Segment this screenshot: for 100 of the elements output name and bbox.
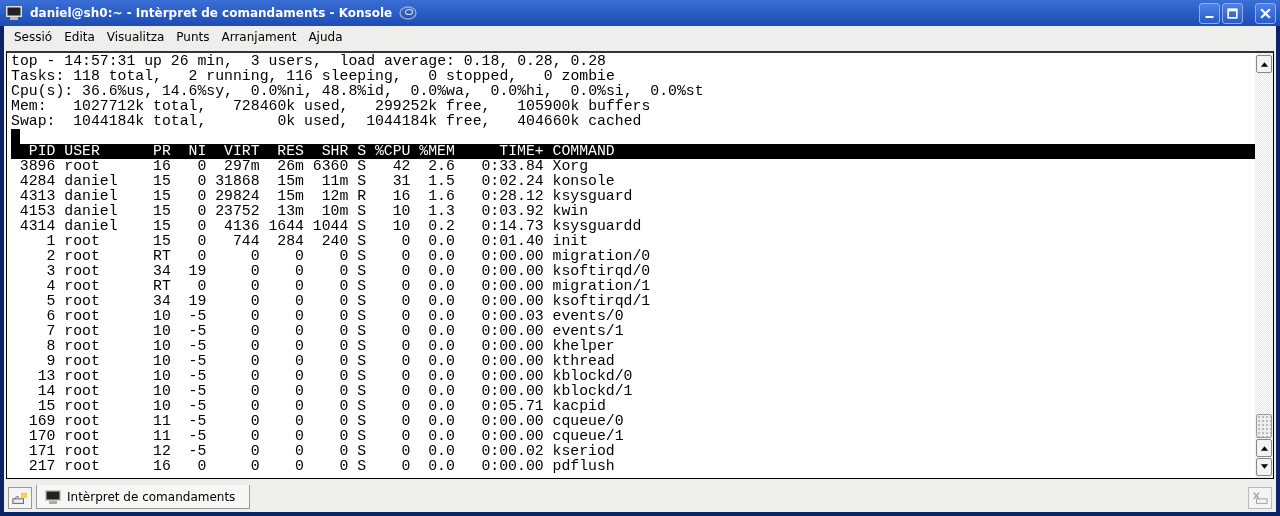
scrollbar[interactable]: [1255, 53, 1273, 478]
table-cell-text: 0.0: [427, 369, 455, 384]
table-cell-text: root: [64, 414, 101, 429]
scroll-thumb[interactable]: [1256, 414, 1272, 438]
table-cell-text: 0: [338, 354, 349, 369]
table-cell-text: 0.0: [427, 339, 455, 354]
table-cell-text: 0:00.00: [480, 294, 544, 309]
table-cell-text: 0: [249, 279, 260, 294]
table-cell-text: 26m: [276, 159, 304, 174]
table-cell-text: 0: [294, 354, 304, 369]
column-header: %MEM: [419, 144, 455, 159]
table-cell-text: 0:05.71: [480, 399, 544, 414]
table-cell-text: cqueue/0: [552, 414, 625, 429]
table-cell-text: 0: [338, 384, 349, 399]
table-cell-text: 0: [249, 294, 260, 309]
table-cell-text: 0: [400, 354, 411, 369]
table-cell-text: 0: [249, 264, 260, 279]
table-cell-text: 0: [400, 234, 411, 249]
table-cell-text: 15: [152, 204, 171, 219]
new-session-icon: [12, 491, 28, 505]
table-cell-text: root: [64, 339, 101, 354]
table-cell-text: 4: [45, 279, 56, 294]
table-cell-text: 10: [152, 354, 171, 369]
table-cell-text: 0: [294, 399, 304, 414]
table-cell-text: 0:00.00: [480, 369, 544, 384]
table-cell-text: 42: [391, 159, 411, 174]
table-cell-text: 0: [400, 294, 411, 309]
table-cell-text: events/0: [552, 309, 624, 324]
table-cell-text: 169: [27, 414, 56, 429]
table-cell-text: 2: [45, 249, 56, 264]
table-cell-text: 240: [320, 234, 349, 249]
table-cell-text: 3896: [18, 159, 56, 174]
table-cell-text: Xorg: [552, 159, 589, 174]
close-button[interactable]: [1255, 2, 1276, 24]
table-cell-text: 4284: [18, 174, 56, 189]
menu-item[interactable]: Ajuda: [302, 28, 349, 46]
table-cell: S: [357, 369, 367, 384]
table-cell-text: 34: [152, 264, 171, 279]
menu-item[interactable]: Arranjament: [215, 28, 303, 46]
table-cell-text: 0.0: [427, 249, 455, 264]
table-cell-text: 11: [152, 429, 171, 444]
scroll-up-button[interactable]: [1256, 55, 1272, 73]
table-cell-text: 0.0: [427, 234, 455, 249]
table-cell: S: [357, 204, 367, 219]
menu-item[interactable]: Punts: [170, 28, 216, 46]
table-cell-text: 0: [400, 399, 411, 414]
table-cell-text: 1: [45, 234, 56, 249]
table-cell-text: 0: [249, 339, 260, 354]
table-cell-text: 0: [196, 249, 207, 264]
table-cell-text: init: [552, 234, 589, 249]
table-cell-text: daniel: [64, 219, 119, 234]
table-cell-text: -5: [187, 444, 207, 459]
table-cell-text: 0: [400, 309, 411, 324]
table-cell-text: 10: [152, 309, 171, 324]
table-cell-text: 0: [196, 219, 207, 234]
table-cell-text: 0.0: [427, 444, 455, 459]
table-cell-text: 0:00.00: [480, 264, 544, 279]
table-cell-text: 0:00.02: [480, 444, 544, 459]
scroll-down-button[interactable]: [1256, 458, 1272, 476]
table-cell-text: 0: [249, 384, 260, 399]
table-cell-text: events/1: [552, 324, 625, 339]
table-cell-text: 0.0: [427, 384, 455, 399]
menu-item[interactable]: Edita: [58, 28, 101, 46]
table-cell-text: 0.0: [427, 399, 455, 414]
menu-item[interactable]: Visualitza: [100, 28, 171, 46]
table-cell-text: 19: [187, 294, 207, 309]
session-tab[interactable]: Intèrpret de comandaments: [36, 485, 251, 509]
table-cell-text: 0:01.40: [480, 234, 544, 249]
table-cell: 23752: [215, 204, 260, 219]
table-cell-text: 15m: [276, 174, 304, 189]
minimize-button[interactable]: [1199, 2, 1220, 24]
terminal-line: Cpu(s): 36.6%us, 14.6%sy, 0.0%ni, 48.8%id, 0.0%wa, 0.0%hi, 0.0%si, 0.0%st: [11, 84, 705, 99]
column-header: COMMAND: [552, 144, 616, 159]
table-cell-text: 0: [249, 369, 260, 384]
table-cell-text: 15: [152, 219, 171, 234]
scroll-up-button[interactable]: [1256, 439, 1272, 457]
maximize-button[interactable]: [1222, 2, 1243, 24]
menu-item[interactable]: Sessió: [8, 28, 59, 46]
table-cell-text: 0: [400, 444, 411, 459]
table-cell: S: [357, 339, 367, 354]
table-cell-text: 4153: [18, 204, 56, 219]
down-arrow-icon: [1259, 464, 1269, 470]
table-cell-text: 0.0: [427, 324, 455, 339]
table-cell-text: 0: [294, 444, 304, 459]
table-cell-text: 2.6: [427, 159, 455, 174]
up-arrow-icon: [1259, 61, 1269, 67]
table-cell-text: 0: [249, 354, 260, 369]
table-cell-text: 15: [152, 189, 171, 204]
column-header: RES: [276, 144, 304, 159]
table-cell: S: [357, 234, 367, 249]
table-cell-text: RT: [152, 279, 171, 294]
table-cell-text: 3: [45, 264, 56, 279]
table-cell-text: 0.0: [427, 414, 455, 429]
table-cell-text: 0: [338, 444, 349, 459]
table-cell-text: 0: [294, 369, 304, 384]
table-cell-text: cqueue/1: [552, 429, 625, 444]
table-cell-text: 0: [338, 324, 349, 339]
table-cell-text: 16: [152, 159, 171, 174]
new-session-button[interactable]: [8, 487, 32, 509]
table-cell-text: -5: [187, 354, 207, 369]
